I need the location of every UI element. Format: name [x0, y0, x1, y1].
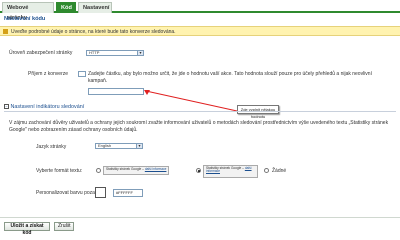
- text-format-none-label: Žádné: [272, 168, 287, 174]
- callout-tooltip: Zde vyplnit nějakou hodnotu: [237, 105, 279, 119]
- language-select[interactable]: English ▼: [95, 143, 143, 149]
- text-format-radio-2[interactable]: [196, 168, 201, 173]
- text-format-label: Vyberte formát textu:: [36, 168, 83, 174]
- hint-text: Uveďte podrobné údaje o stránce, na kter…: [11, 29, 176, 35]
- conversion-value-label: Příjem z konverze: [28, 71, 69, 77]
- chevron-down-icon: ▼: [136, 144, 142, 148]
- save-and-get-code-button[interactable]: Uložit a získat kód: [4, 222, 50, 236]
- text-format-badge-2: Statistiky stránek Google – další inform…: [203, 165, 258, 178]
- security-level-label: Úroveň zabezpečení stránky: [9, 50, 73, 56]
- divider: [4, 111, 396, 112]
- hint-banner: Uveďte podrobné údaje o stránce, na kter…: [0, 26, 400, 36]
- background-color-label: Personalizovat barvu pozadí: [36, 190, 100, 196]
- tab-settings[interactable]: Nastavení: [78, 2, 112, 13]
- footer-divider: [0, 217, 400, 218]
- cancel-button[interactable]: Zrušit: [54, 222, 74, 231]
- tracker-settings-toggle[interactable]: − Nastavení indikátoru sledování: [4, 104, 84, 110]
- language-value: English: [98, 143, 112, 148]
- tab-code[interactable]: Kód: [56, 2, 76, 13]
- tab-web-pages[interactable]: Webové stránky: [2, 2, 54, 21]
- text-format-radio-1[interactable]: [96, 168, 101, 173]
- language-label: Jazyk stránky: [36, 144, 67, 150]
- badge-link[interactable]: další informace: [145, 167, 167, 171]
- tab-label: Nastavení: [83, 5, 110, 11]
- text-format-radio-3[interactable]: [264, 168, 269, 173]
- info-icon: [3, 29, 8, 34]
- collapse-icon: −: [4, 104, 9, 110]
- tracker-settings-link: Nastavení indikátoru sledování: [10, 104, 85, 110]
- conversion-value-description: Zadejte částku, aby bylo možno určit, že…: [88, 71, 372, 84]
- background-color-input[interactable]: #FFFFFF: [113, 189, 143, 197]
- tab-bar: Webové stránky Kód Nastavení: [0, 0, 400, 21]
- security-level-value: HTTP: [89, 50, 100, 55]
- security-level-select[interactable]: HTTP ▼: [86, 50, 144, 56]
- conversion-amount-input[interactable]: [88, 88, 144, 95]
- tracking-notice: V zájmu zachování důvěry uživatelů a och…: [9, 120, 389, 133]
- conversion-value-input[interactable]: [78, 71, 86, 77]
- text-format-badge-1: Statistiky stránek Google – další inform…: [103, 166, 170, 175]
- background-color-swatch[interactable]: [95, 187, 106, 198]
- tab-label: Kód: [61, 5, 72, 11]
- section-title: Nastavení kódu: [4, 16, 46, 22]
- badge-text: Statistiky stránek Google –: [106, 166, 144, 171]
- chevron-down-icon: ▼: [137, 51, 143, 55]
